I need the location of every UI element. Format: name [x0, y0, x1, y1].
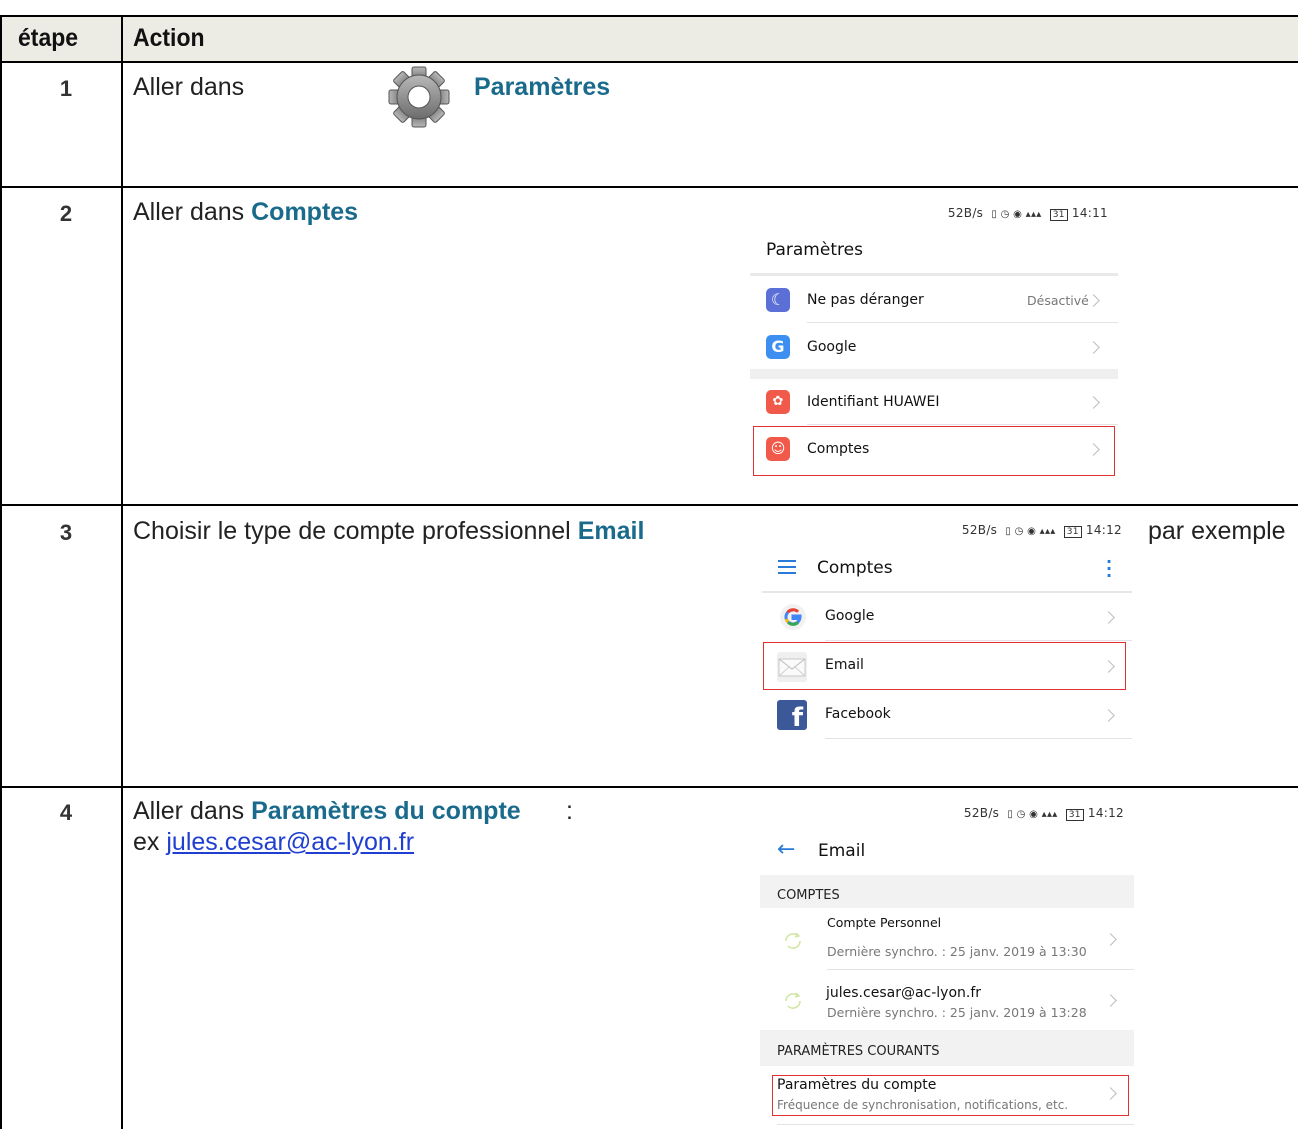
chevron-right-icon	[1087, 396, 1100, 409]
step-number-4: 4	[59, 800, 73, 825]
step-2-text: Aller dans Comptes	[133, 198, 358, 227]
moon-icon: ☾	[766, 288, 790, 312]
account-work-name[interactable]: jules.cesar@ac-lyon.fr	[826, 985, 981, 1001]
step-number-3: 3	[59, 520, 73, 545]
chevron-right-icon	[1087, 341, 1100, 354]
item-google-label[interactable]: Google	[825, 608, 874, 624]
step-3-text: Choisir le type de compte professionnel …	[133, 517, 644, 546]
status-icons: ▯ ◷ ◉ ▴▴▴	[1005, 526, 1056, 537]
status-time: 14:11	[1071, 206, 1108, 220]
status-bar: 52B/s ▯ ◷ ◉ ▴▴▴ 31 14:12	[963, 806, 1124, 821]
divider	[825, 738, 1132, 739]
screenshot-email: 52B/s ▯ ◷ ◉ ▴▴▴ 31 14:12 ← Email COMPTES…	[760, 797, 1134, 1129]
account-personal-name[interactable]: Compte Personnel	[827, 915, 941, 930]
settings-gear-icon	[388, 66, 450, 128]
email-link[interactable]: jules.cesar@ac-lyon.fr	[166, 828, 414, 856]
divider	[807, 322, 1118, 323]
menu-icon[interactable]	[778, 560, 796, 574]
google-logo-icon	[780, 604, 806, 630]
huawei-icon: ✿	[766, 390, 790, 414]
screen-title: Comptes	[817, 558, 893, 578]
step-3-prefix: Choisir le type de compte professionnel	[133, 517, 578, 545]
section-comptes: COMPTES	[777, 888, 840, 903]
divider	[777, 1124, 1134, 1125]
status-speed: 52B/s	[963, 806, 1000, 820]
account-work-sync: Dernière synchro. : 25 janv. 2019 à 13:2…	[827, 1005, 1087, 1020]
chevron-right-icon	[1104, 994, 1117, 1007]
item-google-label[interactable]: Google	[807, 339, 856, 355]
step-3-suffix: par exemple	[1148, 517, 1286, 545]
step-2-prefix: Aller dans	[133, 198, 252, 226]
table-border-row2	[0, 504, 1298, 506]
step-4-colon: :	[566, 797, 573, 825]
table-border-header	[0, 61, 1298, 63]
step-number-2: 2	[59, 201, 73, 226]
chevron-right-icon	[1102, 709, 1115, 722]
title-divider	[762, 591, 1132, 593]
chevron-right-icon	[1087, 294, 1100, 307]
battery-icon: 31	[1063, 526, 1082, 538]
google-g-icon: G	[766, 335, 790, 359]
step-2-highlight: Comptes	[251, 198, 359, 226]
step-4-ex-prefix: ex	[133, 828, 167, 856]
status-speed: 52B/s	[961, 523, 998, 537]
step-1-text: Aller dans	[133, 73, 245, 101]
battery-icon: 31	[1065, 809, 1084, 821]
divider	[807, 424, 1118, 425]
step-4-example: ex jules.cesar@ac-lyon.fr	[133, 828, 414, 857]
instruction-table: étape Action 1 Aller dans Paramètres 2 A…	[0, 0, 1298, 1129]
table-border-middle	[121, 15, 123, 1129]
step-number-1: 1	[59, 76, 73, 101]
divider	[825, 640, 1132, 641]
status-icons: ▯ ◷ ◉ ▴▴▴	[991, 209, 1042, 220]
header-action: Action	[133, 24, 205, 52]
status-speed: 52B/s	[947, 206, 984, 220]
item-dnd-label[interactable]: Ne pas déranger	[807, 292, 924, 308]
step-3-highlight: Email	[577, 517, 645, 545]
step-4-text: Aller dans Paramètres du compte	[133, 797, 521, 826]
screen-title: Email	[818, 841, 866, 861]
highlight-box-settings	[772, 1075, 1129, 1116]
table-border-row1	[0, 186, 1298, 188]
facebook-icon: f	[777, 700, 807, 730]
status-time: 14:12	[1087, 806, 1124, 820]
battery-icon: 31	[1049, 209, 1068, 221]
screenshot-comptes: 52B/s ▯ ◷ ◉ ▴▴▴ 31 14:12 Comptes · · · Goo…	[762, 515, 1132, 741]
status-bar: 52B/s ▯ ◷ ◉ ▴▴▴ 31 14:11	[947, 206, 1108, 221]
table-border-left	[0, 15, 2, 1129]
account-personal-sync: Dernière synchro. : 25 janv. 2019 à 13:3…	[827, 944, 1087, 959]
header-step: étape	[18, 24, 79, 52]
chevron-right-icon	[1102, 611, 1115, 624]
status-bar: 52B/s ▯ ◷ ◉ ▴▴▴ 31 14:12	[961, 523, 1122, 538]
step-1-highlight: Paramètres	[474, 73, 611, 101]
status-icons: ▯ ◷ ◉ ▴▴▴	[1007, 809, 1058, 820]
step-4-prefix: Aller dans	[133, 797, 252, 825]
step-4-highlight: Paramètres du compte	[251, 797, 521, 825]
item-facebook-label[interactable]: Facebook	[825, 706, 891, 722]
more-vertical-icon[interactable]: · · ·	[1106, 554, 1112, 584]
highlight-box-comptes	[753, 426, 1115, 476]
sync-icon	[785, 932, 801, 949]
table-border-row3	[0, 786, 1298, 788]
item-huawei-label[interactable]: Identifiant HUAWEI	[807, 394, 940, 410]
table-border-top	[0, 15, 1298, 17]
divider	[827, 969, 1134, 970]
item-dnd-value: Désactivé	[1027, 293, 1089, 308]
highlight-box-email	[763, 642, 1126, 690]
screenshot-parametres: 52B/s ▯ ◷ ◉ ▴▴▴ 31 14:11 Paramètres ☾ Ne…	[750, 198, 1118, 480]
chevron-right-icon	[1104, 933, 1117, 946]
status-time: 14:12	[1085, 523, 1122, 537]
sync-icon	[785, 992, 801, 1009]
screen-title: Paramètres	[766, 240, 863, 260]
back-arrow-icon[interactable]: ←	[777, 837, 795, 862]
title-divider	[750, 273, 1118, 276]
section-parametres-courants: PARAMÈTRES COURANTS	[777, 1044, 940, 1059]
group-gap	[750, 369, 1118, 379]
